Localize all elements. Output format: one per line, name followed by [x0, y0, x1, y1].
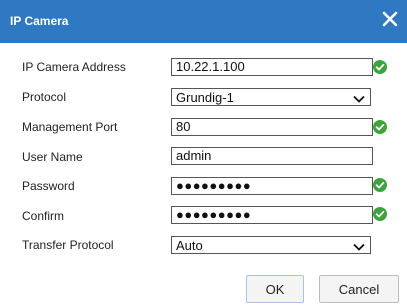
management-port-valid-check-icon: [373, 120, 387, 134]
confirm-label: Confirm: [22, 209, 65, 223]
dialog-title: IP Camera: [10, 14, 69, 28]
transfer-protocol-select[interactable]: Auto: [171, 236, 371, 254]
protocol-label: Protocol: [22, 90, 67, 104]
management-port-input[interactable]: [171, 118, 373, 136]
ip-address-input[interactable]: [171, 58, 373, 76]
user-name-label: User Name: [22, 150, 83, 164]
management-port-label: Management Port: [22, 120, 118, 134]
chevron-down-icon: [353, 93, 365, 103]
protocol-select[interactable]: Grundig-1: [171, 88, 371, 106]
transfer-protocol-selected-value: Auto: [176, 238, 203, 253]
user-name-input[interactable]: [171, 147, 373, 165]
protocol-selected-value: Grundig-1: [176, 90, 234, 105]
password-valid-check-icon: [373, 178, 387, 192]
ok-button[interactable]: OK: [246, 275, 304, 303]
password-label: Password: [22, 179, 75, 193]
confirm-valid-check-icon: [373, 207, 387, 221]
ip-address-valid-check-icon: [373, 60, 387, 74]
dialog-titlebar: IP Camera: [0, 0, 407, 43]
cancel-button[interactable]: Cancel: [319, 275, 399, 303]
close-icon[interactable]: [381, 10, 399, 28]
password-input[interactable]: [171, 177, 373, 195]
confirm-password-input[interactable]: [171, 206, 373, 224]
chevron-down-icon: [353, 241, 365, 251]
ip-address-label: IP Camera Address: [22, 60, 126, 74]
transfer-protocol-label: Transfer Protocol: [22, 238, 114, 252]
